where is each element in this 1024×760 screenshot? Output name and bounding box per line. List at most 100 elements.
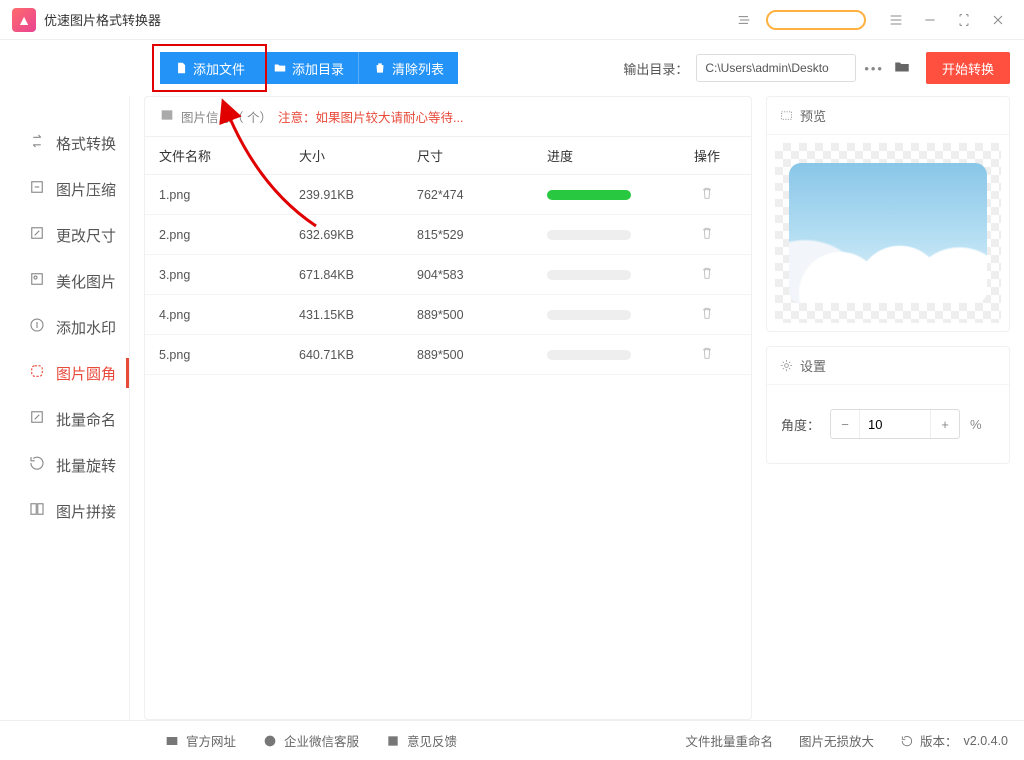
cell-size: 239.91KB [299,188,417,202]
sidebar-item-label: 更改尺寸 [56,225,116,246]
sidebar-item-label: 图片圆角 [56,363,116,384]
app-title: 优速图片格式转换器 [44,10,161,29]
open-folder-icon[interactable] [892,58,912,79]
delete-icon[interactable] [699,230,715,244]
sidebar-item-label: 图片压缩 [56,179,116,200]
angle-decrease[interactable]: − [831,417,859,432]
angle-label: 角度： [781,415,820,434]
resize-icon [28,224,46,246]
progress-bar [547,350,631,360]
cell-name: 5.png [159,348,299,362]
add-dir-button[interactable]: 添加目录 [259,52,358,84]
menu-icon[interactable] [882,6,910,34]
preview-canvas [775,143,1001,323]
cell-name: 2.png [159,228,299,242]
footer-version[interactable]: 版本：v2.0.4.0 [900,731,1008,750]
table-row[interactable]: 1.png239.91KB762*474 [145,175,751,215]
sidebar-item-format[interactable]: 格式转换 [0,120,129,166]
table-row[interactable]: 4.png431.15KB889*500 [145,295,751,335]
close-icon[interactable] [984,6,1012,34]
maximize-icon[interactable] [950,6,978,34]
sidebar-item-label: 批量旋转 [56,455,116,476]
sidebar-item-watermark[interactable]: 添加水印 [0,304,129,350]
info-prefix: 图片信息（ 个） [181,107,272,126]
file-list-panel: 图片信息（ 个） 注意：如果图片较大请耐心等待... 文件名称 大小 尺寸 进度… [144,96,752,720]
cell-size: 431.15KB [299,308,417,322]
cell-prog [547,350,677,360]
footer: 官方网址 企业微信客服 意见反馈 文件批量重命名 图片无损放大 版本：v2.0.… [0,720,1024,760]
browse-button[interactable]: ••• [864,61,884,76]
table-row[interactable]: 2.png632.69KB815*529 [145,215,751,255]
footer-site[interactable]: 官方网址 [164,731,236,750]
file-icon [174,61,188,75]
sidebar-item-stitch[interactable]: 图片拼接 [0,488,129,534]
cell-size: 632.69KB [299,228,417,242]
clear-list-label: 清除列表 [392,59,444,78]
app-logo-icon: ▲ [12,8,36,32]
sidebar-item-compress[interactable]: 图片压缩 [0,166,129,212]
sidebar-item-label: 批量命名 [56,409,116,430]
delete-icon[interactable] [699,310,715,324]
cell-name: 3.png [159,268,299,282]
footer-feedback[interactable]: 意见反馈 [385,731,457,750]
rename-icon [28,408,46,430]
compress-icon [28,178,46,200]
s-icon [734,6,754,34]
titlebar: ▲ 优速图片格式转换器 [0,0,1024,40]
footer-batch-rename[interactable]: 文件批量重命名 [685,731,773,750]
footer-lossless[interactable]: 图片无损放大 [799,731,874,750]
sidebar-item-beautify[interactable]: 美化图片 [0,258,129,304]
angle-unit: % [970,417,982,432]
cell-size: 640.71KB [299,348,417,362]
cell-dim: 762*474 [417,188,547,202]
minimize-icon[interactable] [916,6,944,34]
outdir-input[interactable] [696,54,856,82]
clear-list-button[interactable]: 清除列表 [358,52,458,84]
start-label: 开始转换 [942,59,994,78]
cell-prog [547,310,677,320]
info-bar: 图片信息（ 个） 注意：如果图片较大请耐心等待... [145,97,751,137]
sidebar-item-resize[interactable]: 更改尺寸 [0,212,129,258]
delete-icon[interactable] [699,190,715,204]
footer-wechat[interactable]: 企业微信客服 [262,731,359,750]
start-button[interactable]: 开始转换 [926,52,1010,84]
rotate-icon [28,454,46,476]
cell-size: 671.84KB [299,268,417,282]
watermark-icon [28,316,46,338]
angle-increase[interactable]: + [931,417,959,432]
gear-icon [779,358,794,373]
folder-icon [273,61,287,75]
convert-icon [28,132,46,154]
preview-panel: 预览 [766,96,1010,332]
toolbar: 添加文件 添加目录 清除列表 输出目录： ••• 开始转换 [0,40,1024,96]
add-file-button[interactable]: 添加文件 [160,52,259,84]
progress-bar [547,230,631,240]
th-op: 操作 [677,146,737,165]
progress-bar [547,310,631,320]
settings-title: 设置 [800,356,826,375]
cell-dim: 889*500 [417,348,547,362]
settings-panel: 设置 角度： − + % [766,346,1010,464]
sidebar-item-rename[interactable]: 批量命名 [0,396,129,442]
table-header: 文件名称 大小 尺寸 进度 操作 [145,137,751,175]
th-size: 大小 [299,146,417,165]
cell-prog [547,270,677,280]
delete-icon[interactable] [699,350,715,364]
th-prog: 进度 [547,146,677,165]
th-name: 文件名称 [159,146,299,165]
account-pill[interactable] [766,10,866,30]
delete-icon[interactable] [699,270,715,284]
sidebar-item-label: 美化图片 [56,271,116,292]
cell-prog [547,230,677,240]
cell-name: 4.png [159,308,299,322]
table-row[interactable]: 3.png671.84KB904*583 [145,255,751,295]
sidebar-item-rounded[interactable]: 图片圆角 [0,350,129,396]
table-row[interactable]: 5.png640.71KB889*500 [145,335,751,375]
cell-dim: 904*583 [417,268,547,282]
angle-stepper: − + [830,409,960,439]
rounded-icon [28,362,46,384]
sidebar-item-rotate[interactable]: 批量旋转 [0,442,129,488]
add-dir-label: 添加目录 [292,59,344,78]
angle-input[interactable] [859,410,931,438]
preview-icon [779,108,794,123]
